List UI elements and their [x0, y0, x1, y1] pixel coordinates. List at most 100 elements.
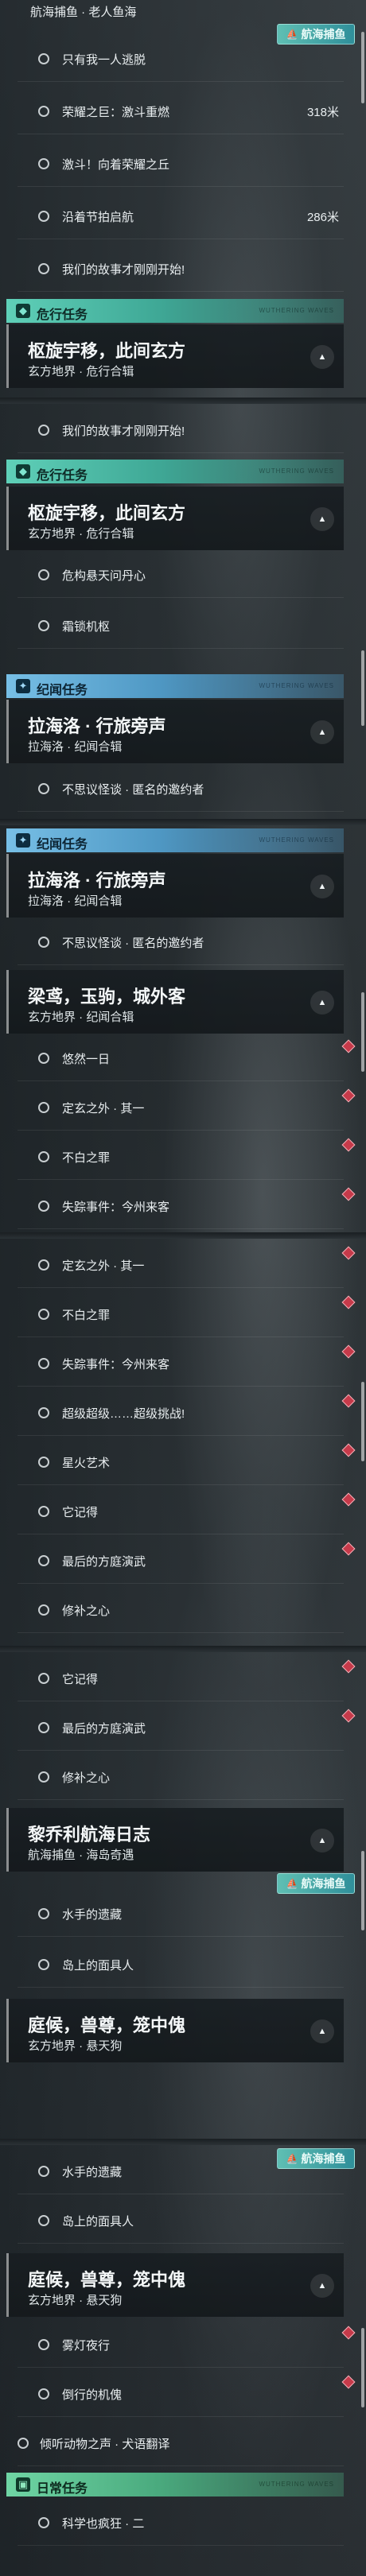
list-item[interactable]: 星火艺术: [6, 1439, 356, 1485]
quest-card[interactable]: 枢旋宇移，此间玄方 玄方地界 · 危行合辑 ▲: [6, 487, 344, 550]
list-item[interactable]: 超级超级……超级挑战!: [6, 1390, 356, 1436]
list-item[interactable]: 我们的故事才刚刚开始!: [6, 407, 350, 453]
danger-task-header[interactable]: ◆ 危行任务 WUTHERING WAVES: [6, 460, 344, 483]
circle-outline-icon: [38, 263, 49, 274]
item-label: 危构悬天问丹心: [62, 569, 146, 583]
quest-card[interactable]: 枢旋宇移，此间玄方 玄方地界 · 危行合辑 ▲: [6, 324, 344, 388]
story-task-header[interactable]: ✦ 纪闻任务 WUTHERING WAVES: [6, 828, 344, 852]
circle-outline-icon: [38, 53, 49, 64]
divider: [0, 398, 366, 404]
header-label: 危行任务: [37, 308, 88, 322]
quest-subtitle: 玄方地界 · 纪闻合辑: [28, 1011, 134, 1024]
red-diamond-icon: [341, 1443, 356, 1457]
list-item[interactable]: 雾灯夜行: [6, 2322, 356, 2368]
list-item[interactable]: 水手的遗藏: [6, 1891, 350, 1937]
circle-outline-icon: [38, 783, 49, 794]
scrollbar[interactable]: [361, 992, 364, 1072]
quest-card[interactable]: 梁鸢，玉驹，城外客 玄方地界 · 纪闻合辑 ▲: [6, 970, 344, 1034]
circle-outline-icon: [38, 1722, 49, 1733]
screen-1[interactable]: 航海捕鱼 · 老人鱼海 ⛵ 航海捕鱼 只有我一人逃脱 荣耀之巨：激斗重燃 318…: [0, 0, 366, 398]
circle-outline-icon: [38, 1201, 49, 1212]
triangle-up-icon[interactable]: ▲: [310, 507, 334, 531]
list-item[interactable]: 我们的故事才刚刚开始!: [6, 246, 350, 292]
red-diamond-icon: [341, 1492, 356, 1507]
list-item[interactable]: 悠然一日: [6, 1035, 356, 1081]
top-label: 航海捕鱼 · 老人鱼海: [30, 6, 137, 19]
red-diamond-icon: [341, 1187, 356, 1201]
quest-subtitle: 拉海洛 · 纪闻合辑: [28, 740, 123, 754]
list-item[interactable]: 定玄之外 · 其一: [6, 1084, 356, 1131]
item-label: 失踪事件：今州来客: [62, 1358, 170, 1371]
triangle-up-icon[interactable]: ▲: [310, 875, 334, 898]
red-diamond-icon: [341, 1039, 356, 1053]
circle-outline-icon: [38, 2339, 49, 2350]
item-label: 不白之罪: [62, 1151, 111, 1165]
screen-4[interactable]: 定玄之外 · 其一 不白之罪 失踪事件：今州来客 超级超级……超级挑战! 星火艺…: [0, 1239, 366, 1646]
list-item[interactable]: 它记得: [6, 1488, 356, 1534]
list-item[interactable]: 倒行的机傀: [6, 2371, 356, 2417]
list-item[interactable]: 不思议怪谈 · 匿名的邀约者: [6, 919, 350, 965]
triangle-up-icon[interactable]: ▲: [310, 991, 334, 1014]
list-item[interactable]: 岛上的面具人: [6, 1942, 350, 1988]
scrollbar[interactable]: [361, 1851, 364, 1930]
scrollbar[interactable]: [361, 32, 364, 103]
screen-3[interactable]: ✦ 纪闻任务 WUTHERING WAVES 拉海洛 · 行旅旁声 拉海洛 · …: [0, 825, 366, 1232]
triangle-up-icon[interactable]: ▲: [310, 345, 334, 369]
circle-outline-icon: [38, 1309, 49, 1320]
daily-task-header[interactable]: ▣ 日常任务 WUTHERING WAVES: [6, 2473, 344, 2496]
list-item[interactable]: 荣耀之巨：激斗重燃 318米: [6, 88, 350, 134]
item-label: 最后的方庭演武: [62, 1555, 146, 1569]
screen-6[interactable]: ⛵ 航海捕鱼 水手的遗藏 岛上的面具人 庭候，兽尊，笼中傀 玄方地界 · 悬天狗…: [0, 2145, 366, 2576]
list-item[interactable]: 水手的遗藏: [6, 2148, 350, 2194]
triangle-up-icon[interactable]: ▲: [310, 2019, 334, 2043]
scrollbar[interactable]: [361, 1382, 364, 1461]
divider: [0, 1646, 366, 1652]
list-item[interactable]: 不白之罪: [6, 1291, 356, 1337]
quest-card[interactable]: 庭候，兽尊，笼中傀 玄方地界 · 悬天狗 ▲: [6, 2253, 344, 2317]
list-item[interactable]: 定玄之外 · 其一: [6, 1242, 356, 1288]
quest-card[interactable]: 黎乔利航海日志 航海捕鱼 · 海岛奇遇 ▲: [6, 1808, 344, 1872]
circle-outline-icon: [38, 158, 49, 169]
list-item[interactable]: 不思议怪谈 · 匿名的邀约者: [6, 766, 350, 812]
item-label: 倾听动物之声 · 犬语翻译: [40, 2438, 170, 2451]
quest-card[interactable]: 拉海洛 · 行旅旁声 拉海洛 · 纪闻合辑 ▲: [6, 854, 344, 918]
list-item[interactable]: 沿着节拍启航 286米: [6, 193, 350, 239]
list-item[interactable]: 科学也疯狂 · 二: [6, 2500, 350, 2546]
circle-outline-icon: [38, 1151, 49, 1162]
list-item[interactable]: 倾听动物之声 · 犬语翻译: [6, 2420, 350, 2466]
list-item[interactable]: 最后的方庭演武: [6, 1538, 356, 1584]
screen-2[interactable]: 我们的故事才刚刚开始! ◆ 危行任务 WUTHERING WAVES 枢旋宇移，…: [0, 404, 366, 819]
list-item[interactable]: 霜锁机枢: [6, 603, 350, 649]
quest-card[interactable]: 拉海洛 · 行旅旁声 拉海洛 · 纪闻合辑 ▲: [6, 700, 344, 763]
quest-title: 拉海洛 · 行旅旁声: [28, 716, 166, 736]
circle-outline-icon: [38, 1673, 49, 1684]
triangle-up-icon[interactable]: ▲: [310, 1829, 334, 1852]
header-label: 日常任务: [37, 2482, 88, 2496]
list-item[interactable]: 失踪事件：今州来客: [6, 1183, 356, 1229]
scrollbar[interactable]: [361, 650, 364, 726]
triangle-up-icon[interactable]: ▲: [310, 720, 334, 744]
header-signature: WUTHERING WAVES: [259, 2481, 334, 2488]
list-item[interactable]: 激斗！向着荣耀之丘: [6, 141, 350, 187]
screen-5[interactable]: 它记得 最后的方庭演武 修补之心 黎乔利航海日志 航海捕鱼 · 海岛奇遇 ▲ ⛵…: [0, 1652, 366, 2139]
list-item[interactable]: 最后的方庭演武: [6, 1705, 356, 1751]
red-diamond-icon: [341, 1394, 356, 1408]
triangle-up-icon[interactable]: ▲: [310, 2274, 334, 2298]
list-item[interactable]: 修补之心: [6, 1587, 350, 1633]
header-signature: WUTHERING WAVES: [259, 836, 334, 844]
list-item[interactable]: 它记得: [6, 1655, 356, 1701]
list-item[interactable]: 修补之心: [6, 1754, 350, 1800]
circle-outline-icon: [38, 1604, 49, 1616]
scrollbar[interactable]: [361, 2328, 364, 2407]
list-item[interactable]: 不白之罪: [6, 1134, 356, 1180]
quest-card[interactable]: 庭候，兽尊，笼中傀 玄方地界 · 悬天狗 ▲: [6, 1999, 344, 2062]
danger-task-header[interactable]: ◆ 危行任务 WUTHERING WAVES: [6, 299, 344, 323]
item-label: 霜锁机枢: [62, 620, 111, 634]
list-item[interactable]: 失踪事件：今州来客: [6, 1340, 356, 1387]
story-task-header[interactable]: ✦ 纪闻任务 WUTHERING WAVES: [6, 674, 344, 698]
list-item[interactable]: 只有我一人逃脱: [6, 36, 350, 82]
list-item[interactable]: 岛上的面具人: [6, 2198, 350, 2244]
circle-outline-icon: [38, 1506, 49, 1517]
quest-title: 梁鸢，玉驹，城外客: [28, 987, 186, 1007]
list-item[interactable]: 危构悬天问丹心: [6, 552, 350, 598]
